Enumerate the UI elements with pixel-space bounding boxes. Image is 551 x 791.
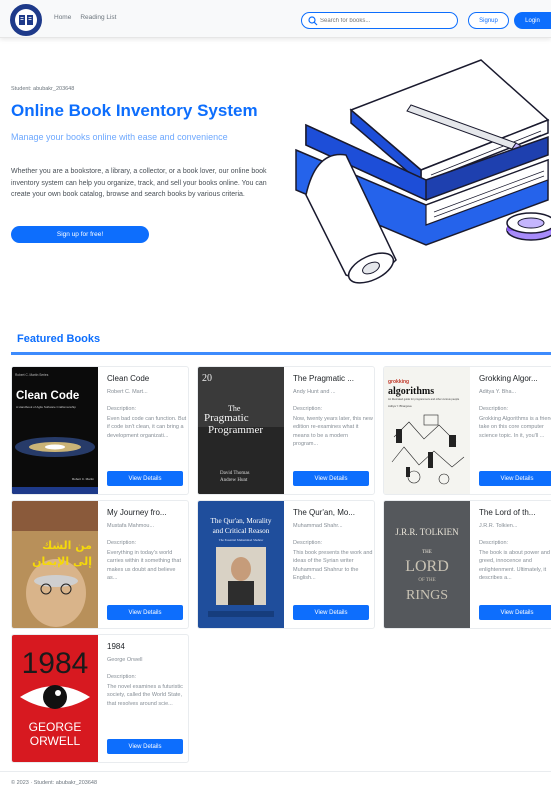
view-details-button[interactable]: View Details <box>107 739 183 754</box>
book-cover[interactable]: Robert C. Martin Series Clean Code A Han… <box>12 367 98 494</box>
view-details-button[interactable]: View Details <box>479 471 551 486</box>
svg-text:من الشك: من الشك <box>42 539 92 552</box>
book-title: The Lord of th... <box>479 508 536 517</box>
navbar: Home Reading List Signup Login <box>0 0 551 38</box>
book-description: The novel examines a futuristic society,… <box>107 684 183 707</box>
footer-text: © 2023 · Student: abubakr_203648 <box>11 780 98 786</box>
book-title: The Pragmatic ... <box>293 374 354 383</box>
description-label: Description: <box>107 674 137 680</box>
book-description: This book presents the work and ideas of… <box>293 550 373 582</box>
login-button[interactable]: Login <box>514 12 551 29</box>
book-title: The Qur'an, Mo... <box>293 508 355 517</box>
book-cover[interactable]: J.R.R. TOLKIEN THE LORD OF THE RINGS <box>384 501 470 628</box>
book-author: Mustafa Mahmou... <box>107 523 155 529</box>
book-author: Aditya Y. Bha... <box>479 389 517 395</box>
book-author: Muhammad Shahr... <box>293 523 343 529</box>
search-box[interactable] <box>301 12 458 29</box>
book-description: Grokking Algorithms is a friendly take o… <box>479 416 551 439</box>
svg-text:GEORGE: GEORGE <box>29 720 82 734</box>
svg-text:The Essential Muhammad Shahrur: The Essential Muhammad Shahrur <box>219 538 264 542</box>
view-details-button[interactable]: View Details <box>107 605 183 620</box>
svg-text:Clean Code: Clean Code <box>16 390 79 402</box>
book-card: The Qur'an, Morality and Critical Reason… <box>197 500 375 629</box>
book-logo-icon[interactable] <box>10 4 42 36</box>
view-details-button[interactable]: View Details <box>107 471 183 486</box>
svg-text:A Handbook of Agile Software C: A Handbook of Agile Software Craftsmansh… <box>16 405 76 409</box>
book-title: Grokking Algor... <box>479 374 538 383</box>
svg-text:David Thomas: David Thomas <box>220 471 250 476</box>
svg-text:إلى الإيمان: إلى الإيمان <box>32 555 92 568</box>
svg-text:grokking: grokking <box>388 379 409 385</box>
description-label: Description: <box>107 406 137 412</box>
svg-text:Programmer: Programmer <box>208 424 263 436</box>
nav-links: Home Reading List <box>54 14 116 21</box>
book-title: Clean Code <box>107 374 150 383</box>
view-details-button[interactable]: View Details <box>479 605 551 620</box>
svg-text:Robert C. Martin Series: Robert C. Martin Series <box>15 373 49 377</box>
svg-text:An illustrated guide for progr: An illustrated guide for programmers and… <box>388 397 460 401</box>
svg-text:RINGS: RINGS <box>406 588 448 603</box>
page-title: Online Book Inventory System <box>11 101 258 120</box>
nav-link-home[interactable]: Home <box>54 14 71 21</box>
book-author: J.R.R. Tolkien... <box>479 523 518 529</box>
svg-text:The Qur'an, Morality: The Qur'an, Morality <box>211 517 272 525</box>
book-card: 1984 GEORGE ORWELL 1984 George Orwell De… <box>11 634 189 763</box>
book-description: The book is about power and greed, innoc… <box>479 550 550 582</box>
footer-divider <box>0 771 551 772</box>
description-label: Description: <box>293 406 323 412</box>
book-description: Even bad code can function. But if code … <box>107 416 187 439</box>
view-details-button[interactable]: View Details <box>293 605 369 620</box>
svg-text:ORWELL: ORWELL <box>30 734 81 748</box>
svg-text:Pragmatic: Pragmatic <box>204 412 249 424</box>
search-input[interactable] <box>320 15 450 26</box>
book-cover[interactable]: من الشك إلى الإيمان <box>12 501 98 628</box>
hero-description: Whether you are a bookstore, a library, … <box>11 168 267 198</box>
description-label: Description: <box>107 540 137 546</box>
svg-text:OF THE: OF THE <box>418 578 435 583</box>
nav-link-reading-list[interactable]: Reading List <box>80 14 116 21</box>
hero-subtitle: Manage your books online with ease and c… <box>11 132 228 142</box>
book-description: Now, twenty years later, this new editio… <box>293 416 373 448</box>
description-label: Description: <box>479 540 509 546</box>
student-id: Student: abubakr_203648 <box>11 86 75 92</box>
svg-text:algorithms: algorithms <box>388 386 434 397</box>
svg-text:Robert C. Martin: Robert C. Martin <box>72 477 94 481</box>
book-title: My Journey fro... <box>107 508 167 517</box>
book-card: من الشك إلى الإيمان My Journey fro... Mu… <box>11 500 189 629</box>
book-description: Everything in today's world carries with… <box>107 550 181 582</box>
svg-text:and Critical Reason: and Critical Reason <box>213 527 270 535</box>
svg-text:20: 20 <box>202 373 212 384</box>
svg-text:LORD: LORD <box>405 558 449 575</box>
view-details-button[interactable]: View Details <box>293 471 369 486</box>
book-card: 20 The Pragmatic Programmer David Thomas… <box>197 366 375 495</box>
description-label: Description: <box>293 540 323 546</box>
book-card: Robert C. Martin Series Clean Code A Han… <box>11 366 189 495</box>
signup-free-button[interactable]: Sign up for free! <box>11 226 149 243</box>
book-author: Robert C. Mart... <box>107 389 148 395</box>
book-cover[interactable]: grokking algorithms An illustrated guide… <box>384 367 470 494</box>
book-author: George Orwell <box>107 657 143 663</box>
description-label: Description: <box>479 406 509 412</box>
svg-text:1984: 1984 <box>22 647 89 680</box>
svg-text:THE: THE <box>422 550 432 555</box>
book-card: grokking algorithms An illustrated guide… <box>383 366 551 495</box>
signup-button[interactable]: Signup <box>468 12 509 29</box>
books-illustration <box>295 59 551 284</box>
book-cover[interactable]: The Qur'an, Morality and Critical Reason… <box>198 501 284 628</box>
svg-text:Aditya Y. Bhargava: Aditya Y. Bhargava <box>388 404 412 408</box>
book-title: 1984 <box>107 642 125 651</box>
book-cover[interactable]: 20 The Pragmatic Programmer David Thomas… <box>198 367 284 494</box>
featured-underline <box>11 352 551 355</box>
featured-title: Featured Books <box>17 333 101 345</box>
book-cover[interactable]: 1984 GEORGE ORWELL <box>12 635 98 762</box>
svg-text:J.R.R. TOLKIEN: J.R.R. TOLKIEN <box>395 527 459 537</box>
search-icon <box>308 16 318 26</box>
book-author: Andy Hunt and ... <box>293 389 336 395</box>
svg-text:Andrew Hunt: Andrew Hunt <box>220 478 248 483</box>
book-card: J.R.R. TOLKIEN THE LORD OF THE RINGS The… <box>383 500 551 629</box>
